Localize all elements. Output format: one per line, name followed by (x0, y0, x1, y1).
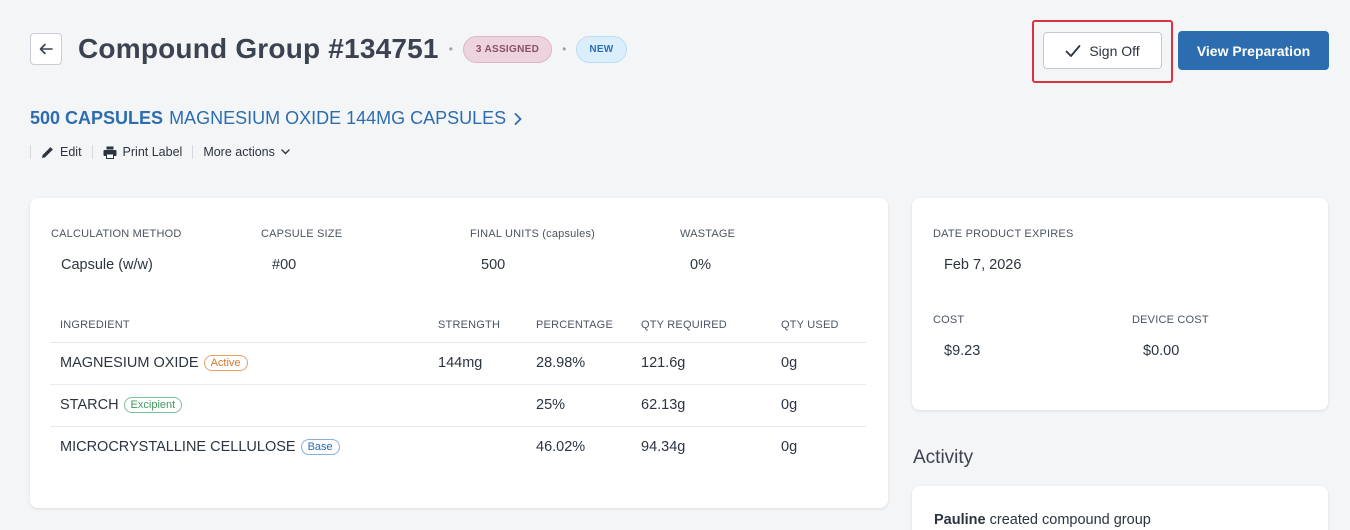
strength-cell (428, 426, 526, 468)
activity-card: Pauline created compound group (912, 486, 1328, 530)
calculation-card: CALCULATION METHOD Capsule (w/w) CAPSULE… (30, 198, 888, 508)
percentage-cell: 46.02% (536, 439, 586, 456)
ingredient-name: MAGNESIUM OXIDE (60, 355, 199, 371)
printer-icon (103, 146, 117, 159)
arrow-left-icon (39, 43, 53, 55)
device-cost-value: $0.00 (1143, 343, 1180, 359)
strength-cell (428, 384, 526, 427)
checkmark-icon (1065, 44, 1081, 57)
print-label-button[interactable]: Print Label (91, 145, 193, 159)
cost-value: $9.23 (944, 343, 981, 359)
capsule-size-value: #00 (272, 257, 297, 273)
sign-off-button[interactable]: Sign Off (1043, 32, 1162, 69)
separator-dot: • (448, 42, 453, 56)
percentage-cell: 25% (526, 384, 631, 427)
final-units-value: 500 (481, 257, 506, 273)
column-header: PERCENTAGE (526, 308, 631, 343)
wastage-label: WASTAGE (680, 228, 736, 240)
page-header: Compound Group #134751 • 3 ASSIGNED • NE… (30, 31, 627, 67)
column-header: QTY USED (771, 308, 866, 343)
chevron-right-icon (514, 112, 522, 125)
qty-used-cell: 0g (781, 439, 798, 456)
ingredient-type-tag: Active (203, 355, 248, 371)
page-title: Compound Group #134751 (78, 33, 439, 64)
capsule-size-label: CAPSULE SIZE (261, 228, 343, 240)
ingredient-name: STARCH (60, 397, 119, 413)
sign-off-label: Sign Off (1089, 42, 1140, 59)
table-row: MICROCRYSTALLINE CELLULOSE Base 46.02% 94… (50, 426, 866, 468)
wastage-value: 0% (690, 257, 711, 273)
column-header: STRENGTH (428, 308, 526, 343)
more-actions-label: More actions (203, 145, 275, 159)
cost-label: COST (933, 314, 965, 326)
ingredient-type-tag: Base (300, 439, 340, 456)
final-units-label: FINAL UNITS (capsules) (470, 228, 596, 240)
chevron-down-icon (281, 149, 290, 155)
strength-cell: 144mg (428, 342, 526, 385)
qty-required-cell: 62.13g (631, 384, 771, 427)
product-link[interactable]: 500 CAPSULES MAGNESIUM OXIDE 144MG CAPSU… (30, 108, 524, 129)
ingredients-table: INGREDIENT STRENGTH PERCENTAGE QTY REQUI… (50, 308, 866, 468)
calculation-method-label: CALCULATION METHOD (51, 228, 182, 240)
product-name: MAGNESIUM OXIDE 144MG CAPSULES (169, 108, 507, 128)
edit-button[interactable]: Edit (30, 145, 92, 159)
activity-description: created compound group (989, 512, 1151, 528)
action-bar: Edit Print Label More actions (30, 145, 300, 159)
assigned-badge[interactable]: 3 ASSIGNED (462, 35, 553, 63)
activity-user: Pauline (934, 512, 986, 528)
qty-required-cell: 94.34g (641, 439, 686, 456)
expiry-label: DATE PRODUCT EXPIRES (933, 228, 1074, 240)
percentage-cell: 28.98% (526, 342, 631, 385)
table-row: STARCH Excipient 25% 62.13g 0g (50, 384, 866, 427)
ingredient-name: MICROCRYSTALLINE CELLULOSE (60, 439, 296, 456)
status-badge: NEW (576, 35, 627, 63)
expiry-value: Feb 7, 2026 (944, 257, 1022, 273)
activity-heading: Activity (913, 447, 974, 468)
ingredient-type-tag: Excipient (123, 397, 183, 413)
activity-entry: Pauline created compound group (934, 512, 1151, 528)
back-button[interactable] (30, 33, 62, 65)
column-header: INGREDIENT (50, 308, 428, 343)
more-actions-dropdown[interactable]: More actions (192, 145, 300, 159)
pencil-icon (42, 146, 53, 158)
column-header: QTY REQUIRED (631, 308, 771, 343)
qty-used-cell: 0g (771, 384, 866, 427)
separator-dot: • (562, 42, 567, 56)
details-card: DATE PRODUCT EXPIRES Feb 7, 2026 COST $9… (912, 198, 1328, 410)
qty-used-cell: 0g (771, 342, 866, 385)
device-cost-label: DEVICE COST (1132, 314, 1209, 326)
view-preparation-button[interactable]: View Preparation (1178, 31, 1329, 70)
table-row: MAGNESIUM OXIDE Active 144mg 28.98% 121.6… (50, 342, 866, 385)
table-header-row: INGREDIENT STRENGTH PERCENTAGE QTY REQUI… (50, 308, 866, 343)
edit-label: Edit (60, 145, 82, 159)
product-quantity: 500 CAPSULES (30, 108, 164, 128)
calculation-method-value: Capsule (w/w) (61, 257, 153, 273)
print-label-text: Print Label (122, 145, 183, 159)
qty-required-cell: 121.6g (631, 342, 771, 385)
